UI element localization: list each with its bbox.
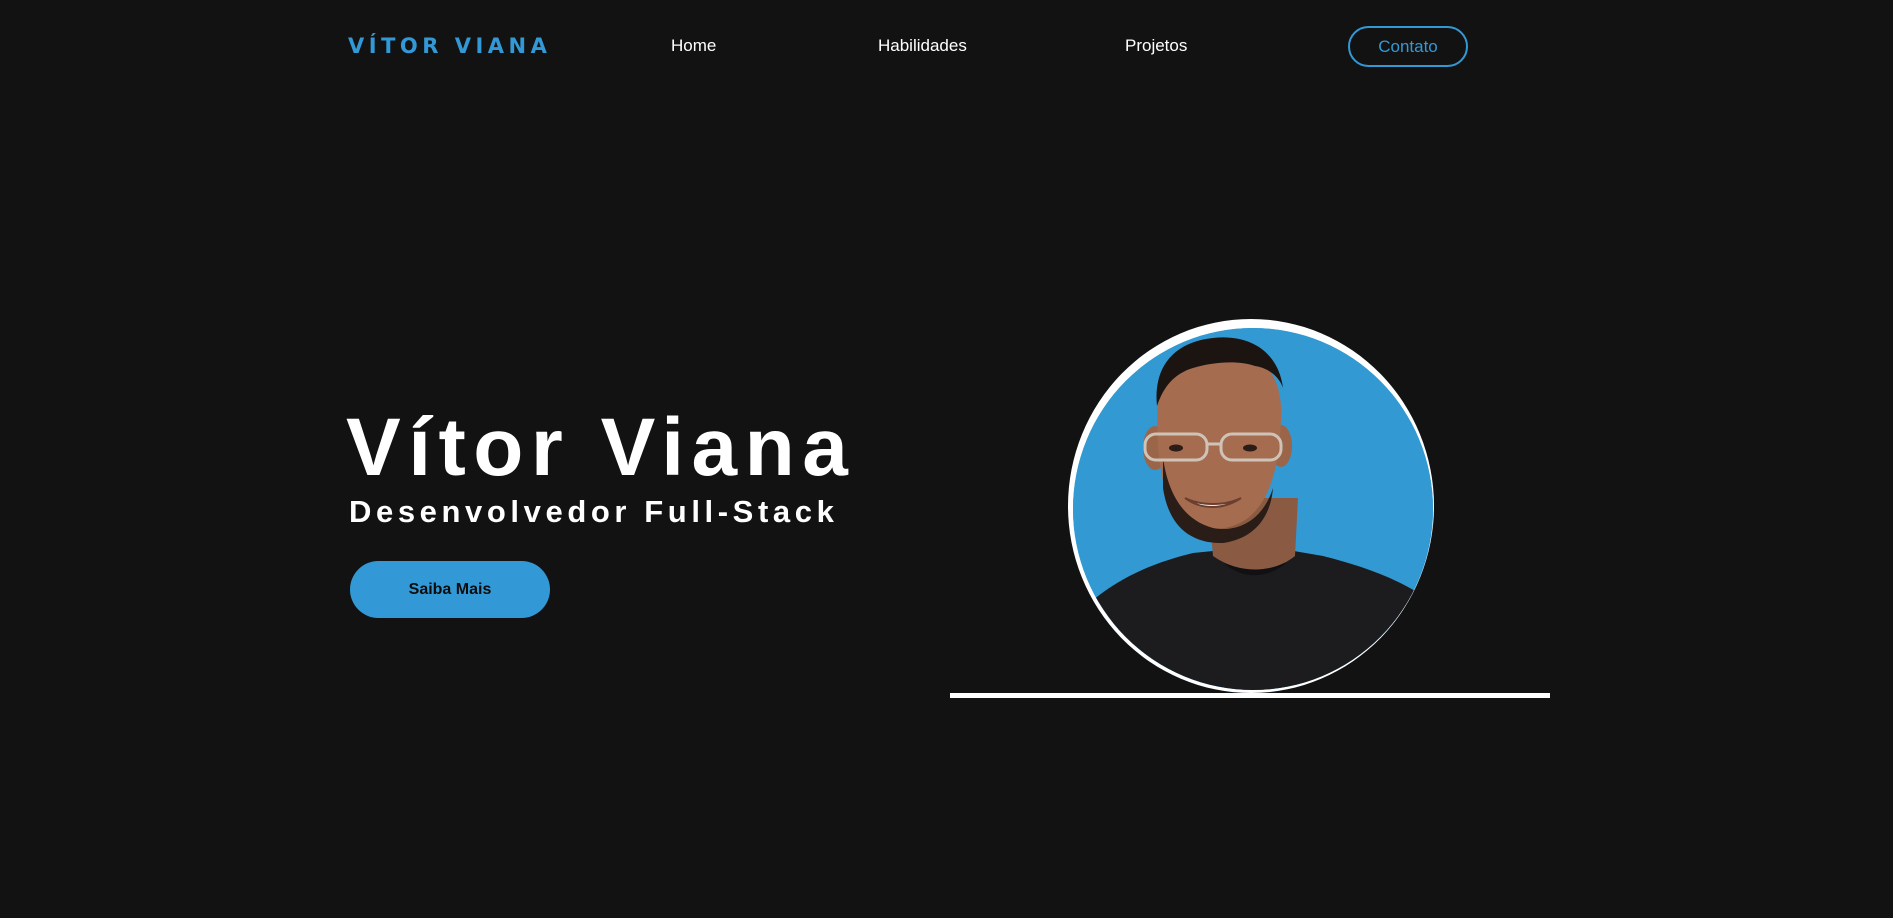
profile-photo bbox=[1073, 328, 1433, 690]
nav-home[interactable]: Home bbox=[671, 36, 716, 56]
hero-name: Vítor Viana bbox=[346, 402, 856, 493]
contact-button[interactable]: Contato bbox=[1348, 26, 1468, 67]
nav-projetos[interactable]: Projetos bbox=[1125, 36, 1187, 56]
hero-role: Desenvolvedor Full-Stack bbox=[349, 494, 839, 529]
nav-habilidades[interactable]: Habilidades bbox=[878, 36, 967, 56]
profile-photo-illustration bbox=[1073, 328, 1433, 690]
hero-underline bbox=[950, 693, 1550, 698]
logo[interactable]: VÍTOR VIANA bbox=[348, 34, 551, 58]
saiba-mais-button[interactable]: Saiba Mais bbox=[350, 561, 550, 618]
